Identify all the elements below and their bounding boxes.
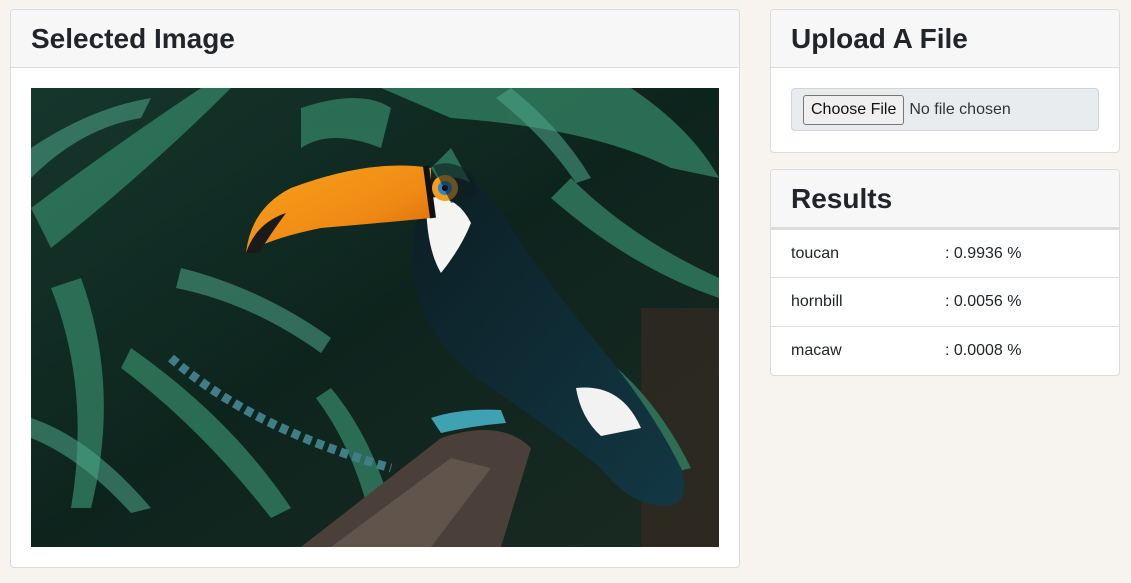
result-label: macaw [791,342,842,359]
result-row: macaw : 0.0008 % [771,326,1119,375]
file-status-text: No file chosen [909,100,1011,118]
result-row: hornbill : 0.0056 % [771,277,1119,326]
upload-title: Upload A File [771,10,1119,68]
selected-image-title: Selected Image [11,10,739,68]
result-score: : 0.0056 % [945,293,1022,310]
toucan-photo [31,88,719,547]
result-row: toucan : 0.9936 % [771,228,1119,277]
results-title: Results [771,170,1119,228]
result-score: : 0.0008 % [945,342,1022,359]
results-card: Results toucan : 0.9936 % hornbill : 0.0… [770,169,1120,376]
result-label: toucan [791,244,840,262]
results-list: toucan : 0.9936 % hornbill : 0.0056 % ma… [771,228,1119,375]
selected-image-card: Selected Image [10,9,740,568]
result-score: : 0.9936 % [945,244,1022,262]
file-input[interactable]: Choose File No file chosen [791,88,1099,131]
choose-file-button[interactable]: Choose File [803,94,905,125]
upload-card: Upload A File Choose File No file chosen [770,9,1120,153]
result-label: hornbill [791,293,843,310]
